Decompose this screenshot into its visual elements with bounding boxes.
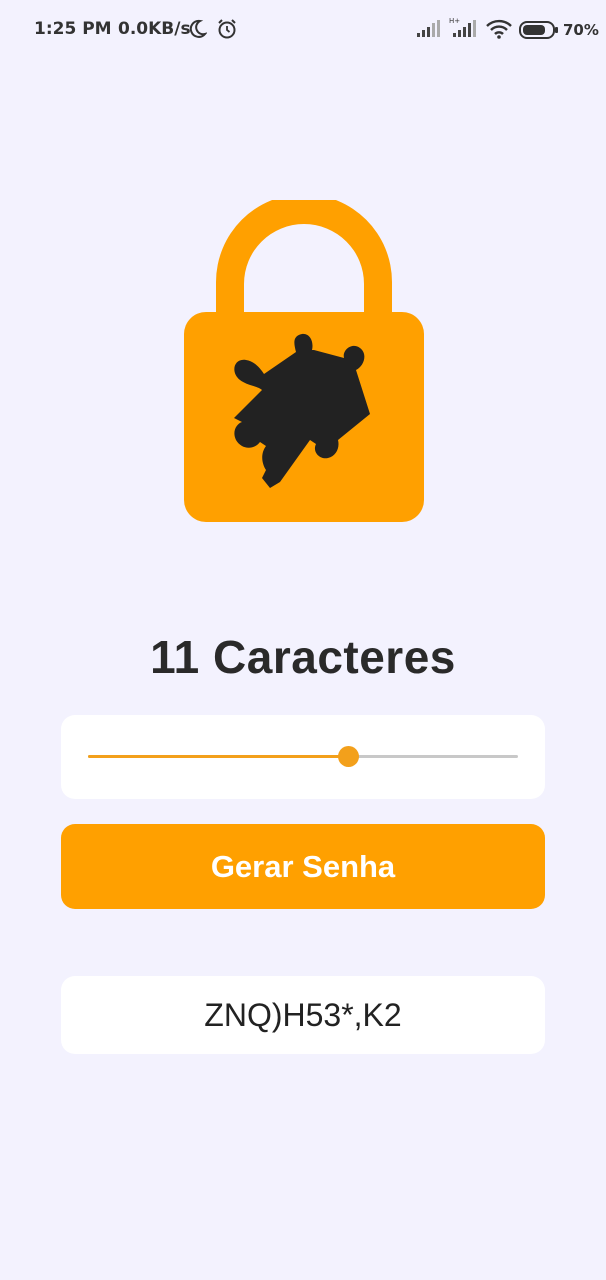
length-slider-card [61, 715, 545, 799]
alarm-icon [218, 19, 236, 39]
hplus-signal-icon: H+ [449, 17, 476, 37]
status-bar: 1:25 PM 0.0KB/s H+ 70% [0, 0, 606, 60]
signal-icon [417, 20, 440, 37]
password-length-label: 11 Caracteres [150, 631, 456, 683]
generated-password[interactable]: ZNQ)H53*,K2 [204, 997, 401, 1034]
password-output-card: ZNQ)H53*,K2 [61, 976, 545, 1054]
wifi-icon [486, 19, 512, 39]
generate-password-button[interactable]: Gerar Senha [61, 824, 545, 909]
status-time: 1:25 PM [34, 19, 112, 39]
slider-thumb[interactable] [338, 746, 360, 767]
lock-puzzle-icon [184, 200, 424, 522]
svg-text:H+: H+ [449, 17, 460, 25]
moon-icon [189, 19, 207, 38]
status-battery-percent: 70% [563, 21, 599, 39]
length-slider[interactable] [88, 746, 518, 767]
battery-icon [519, 21, 558, 39]
generate-password-label: Gerar Senha [210, 848, 396, 884]
status-net-speed: 0.0KB/s [118, 19, 191, 39]
slider-fill [88, 755, 349, 758]
